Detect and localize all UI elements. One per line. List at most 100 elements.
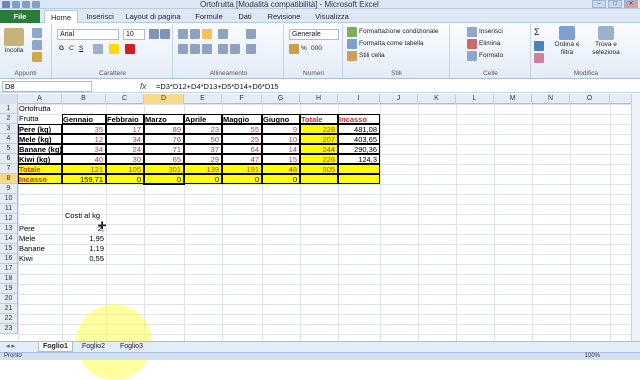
costi-header[interactable]: Costi al kg [65, 211, 125, 221]
total-cell[interactable]: 226 [300, 154, 338, 164]
name-box[interactable]: D8 [2, 81, 92, 92]
data-cell[interactable]: 55 [222, 124, 262, 134]
column-header-n[interactable]: N [532, 94, 570, 104]
close-button[interactable]: ✕ [624, 0, 638, 8]
costi-label[interactable]: Mele [19, 234, 62, 244]
row-label-incasso[interactable]: Incasso [18, 174, 62, 184]
format-as-table-button[interactable]: Formatta come tabella [359, 39, 424, 49]
data-cell[interactable]: 47 [222, 154, 262, 164]
totale-cell[interactable]: 105 [106, 164, 144, 174]
row-header[interactable]: 4 [0, 134, 18, 144]
header-incasso[interactable]: Incasso [338, 114, 380, 124]
column-header-o[interactable]: O [570, 94, 610, 104]
delete-cells-button[interactable]: Elimina [479, 39, 500, 49]
row-header[interactable]: 20 [0, 294, 18, 304]
column-header-g[interactable]: G [262, 94, 300, 104]
minimize-button[interactable]: – [592, 0, 606, 8]
tab-home[interactable]: Home [44, 10, 78, 23]
fill-color-icon[interactable] [109, 44, 119, 54]
underline-icon[interactable]: S [79, 44, 83, 54]
data-cell[interactable]: 71 [144, 144, 184, 154]
grow-font-icon[interactable] [149, 29, 159, 39]
row-header[interactable]: 21 [0, 304, 18, 314]
header-frutta[interactable]: Frutta [19, 114, 62, 124]
column-header-m[interactable]: M [494, 94, 532, 104]
data-cell[interactable]: 65 [144, 154, 184, 164]
data-cell[interactable]: 9 [262, 124, 300, 134]
data-cell[interactable]: 10 [262, 134, 300, 144]
data-cell[interactable]: 25 [222, 134, 262, 144]
sheet-tab-foglio1[interactable]: Foglio1 [38, 342, 73, 352]
tab-formulas[interactable]: Formule [190, 10, 228, 23]
tab-file[interactable]: File [0, 10, 40, 23]
merge-center-icon[interactable] [246, 44, 256, 54]
column-header-j[interactable]: J [380, 94, 418, 104]
row-header[interactable]: 18 [0, 274, 18, 284]
sheet-tab-foglio2[interactable]: Foglio2 [78, 342, 109, 352]
undo-icon[interactable] [22, 1, 30, 8]
data-cell[interactable]: 12 [62, 134, 106, 144]
row-header[interactable]: 16 [0, 254, 18, 264]
data-cell[interactable]: 17 [106, 124, 144, 134]
data-cell[interactable]: 15 [262, 154, 300, 164]
tab-view[interactable]: Visualizza [310, 10, 354, 23]
row-header[interactable]: 3 [0, 124, 18, 134]
incasso-month-cell[interactable]: 0 [106, 174, 144, 184]
copy-icon[interactable] [32, 40, 42, 50]
tab-review[interactable]: Revisione [262, 10, 306, 23]
cell-a1[interactable]: Ortofrutta [19, 104, 63, 114]
totale-cell[interactable]: 191 [222, 164, 262, 174]
row-header[interactable]: 19 [0, 284, 18, 294]
autosum-icon[interactable]: Σ [534, 27, 540, 37]
row-header[interactable]: 8 [0, 174, 18, 184]
header-month[interactable]: Gennaio [62, 114, 106, 124]
conditional-formatting-button[interactable]: Formattazione condizionale [359, 27, 439, 37]
sort-filter-button[interactable]: Ordina e filtra [550, 26, 584, 57]
costi-label[interactable]: Pere [19, 224, 62, 234]
row-label[interactable]: Mele (kg) [18, 134, 62, 144]
empty-cell[interactable] [338, 174, 380, 184]
incasso-cell[interactable]: 481,08 [338, 124, 380, 134]
total-cell[interactable]: 244 [300, 144, 338, 154]
row-label-totale[interactable]: Totale [18, 164, 62, 174]
align-right-icon[interactable] [202, 44, 212, 54]
incasso-cell[interactable]: 290,36 [338, 144, 380, 154]
data-cell[interactable]: 37 [184, 144, 222, 154]
column-header-e[interactable]: E [184, 94, 222, 104]
font-name-combo[interactable]: Arial [57, 29, 119, 40]
header-month[interactable]: Maggio [222, 114, 262, 124]
font-color-icon[interactable] [125, 44, 135, 54]
empty-cell[interactable] [338, 164, 380, 174]
totale-cell[interactable]: 121 [62, 164, 106, 174]
column-header-i[interactable]: I [338, 94, 380, 104]
data-cell[interactable]: 23 [184, 124, 222, 134]
fill-icon[interactable] [534, 41, 544, 51]
tab-data[interactable]: Dati [232, 10, 258, 23]
comma-style-icon[interactable]: 000 [311, 44, 322, 54]
percent-icon[interactable]: % [301, 44, 307, 54]
data-cell[interactable]: 34 [106, 134, 144, 144]
sheet-nav-arrows-icon[interactable]: ◂ ▸ [2, 342, 34, 352]
zoom-level[interactable]: 100% [585, 353, 600, 360]
font-size-combo[interactable]: 10 [123, 29, 145, 40]
insert-cells-button[interactable]: Inserisci [479, 27, 503, 37]
incasso-month-cell[interactable]: 0 [262, 174, 300, 184]
header-month[interactable]: Marzo [144, 114, 184, 124]
row-header[interactable]: 10 [0, 194, 18, 204]
clear-icon[interactable] [534, 53, 544, 63]
total-cell[interactable]: 207 [300, 134, 338, 144]
cut-icon[interactable] [32, 28, 42, 38]
row-header[interactable]: 22 [0, 314, 18, 324]
row-header[interactable]: 9 [0, 184, 18, 194]
row-header[interactable]: 12 [0, 214, 18, 224]
align-bottom-icon[interactable] [202, 29, 212, 39]
row-label[interactable]: Pere (kg) [18, 124, 62, 134]
totale-cell[interactable]: 139 [184, 164, 222, 174]
costi-label[interactable]: Banane [19, 244, 62, 254]
bold-icon[interactable]: G [59, 44, 64, 54]
shrink-font-icon[interactable] [160, 29, 170, 39]
row-label[interactable]: Kiwi (kg) [18, 154, 62, 164]
orientation-icon[interactable] [218, 29, 228, 39]
data-cell[interactable]: 89 [144, 124, 184, 134]
decrease-indent-icon[interactable] [218, 44, 228, 54]
